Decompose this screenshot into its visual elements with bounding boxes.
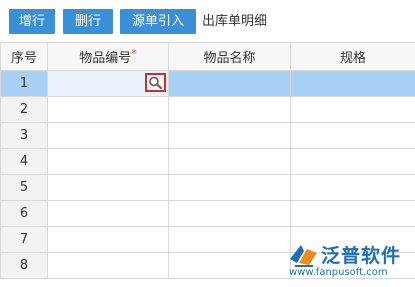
- table-row[interactable]: 4: [0, 148, 415, 175]
- item-code-cell[interactable]: [47, 148, 169, 175]
- detail-toolbar: 增行 删行 源单引入 出库单明细: [0, 0, 415, 42]
- row-seq: 2: [0, 96, 48, 123]
- fanpu-logo-icon: [290, 245, 317, 267]
- item-code-cell[interactable]: [47, 122, 169, 149]
- column-header-seq[interactable]: 序号: [0, 42, 48, 71]
- table-row[interactable]: 5: [0, 174, 415, 201]
- row-seq: 4: [0, 148, 48, 175]
- fanpu-watermark: 泛普软件 www.fanpusoft.com: [285, 239, 415, 287]
- section-title: 出库单明细: [202, 14, 268, 29]
- required-mark: *: [131, 47, 137, 60]
- item-code-cell[interactable]: [47, 70, 169, 97]
- row-seq: 3: [0, 122, 48, 149]
- column-header-name[interactable]: 物品名称: [168, 42, 291, 71]
- column-header-spec[interactable]: 规格: [290, 42, 415, 71]
- add-row-button[interactable]: 增行: [9, 9, 55, 34]
- table-row[interactable]: 3: [0, 122, 415, 149]
- item-name-cell[interactable]: [168, 70, 291, 97]
- table-row[interactable]: 1: [0, 70, 415, 97]
- column-header-code[interactable]: 物品编号*: [47, 42, 169, 71]
- row-seq: 5: [0, 174, 48, 201]
- spec-cell[interactable]: [290, 70, 415, 97]
- item-name-cell[interactable]: [168, 148, 291, 175]
- table-row[interactable]: 6: [0, 200, 415, 227]
- row-seq: 1: [0, 70, 48, 97]
- item-name-cell[interactable]: [168, 174, 291, 201]
- column-header-code-label: 物品编号: [79, 51, 132, 66]
- watermark-url: www.fanpusoft.com: [289, 267, 388, 278]
- item-name-cell[interactable]: [168, 122, 291, 149]
- spec-cell[interactable]: [290, 174, 415, 201]
- source-import-button[interactable]: 源单引入: [120, 9, 196, 34]
- item-code-cell[interactable]: [47, 96, 169, 123]
- header-row: 序号 物品编号* 物品名称 规格: [0, 42, 415, 71]
- spec-cell[interactable]: [290, 96, 415, 123]
- row-seq: 7: [0, 226, 48, 253]
- search-icon[interactable]: [145, 73, 166, 92]
- row-seq: 6: [0, 200, 48, 227]
- spec-cell[interactable]: [290, 148, 415, 175]
- item-code-cell[interactable]: [47, 226, 169, 253]
- item-code-cell[interactable]: [47, 200, 169, 227]
- item-code-cell[interactable]: [47, 174, 169, 201]
- row-seq: 8: [0, 252, 48, 279]
- item-name-cell[interactable]: [168, 252, 291, 279]
- item-name-cell[interactable]: [168, 200, 291, 227]
- spec-cell[interactable]: [290, 122, 415, 149]
- watermark-brand: 泛普软件: [321, 245, 402, 267]
- item-code-cell[interactable]: [47, 252, 169, 279]
- delete-row-button[interactable]: 删行: [63, 9, 113, 34]
- item-name-cell[interactable]: [168, 96, 291, 123]
- item-name-cell[interactable]: [168, 226, 291, 253]
- spec-cell[interactable]: [290, 200, 415, 227]
- table-row[interactable]: 2: [0, 96, 415, 123]
